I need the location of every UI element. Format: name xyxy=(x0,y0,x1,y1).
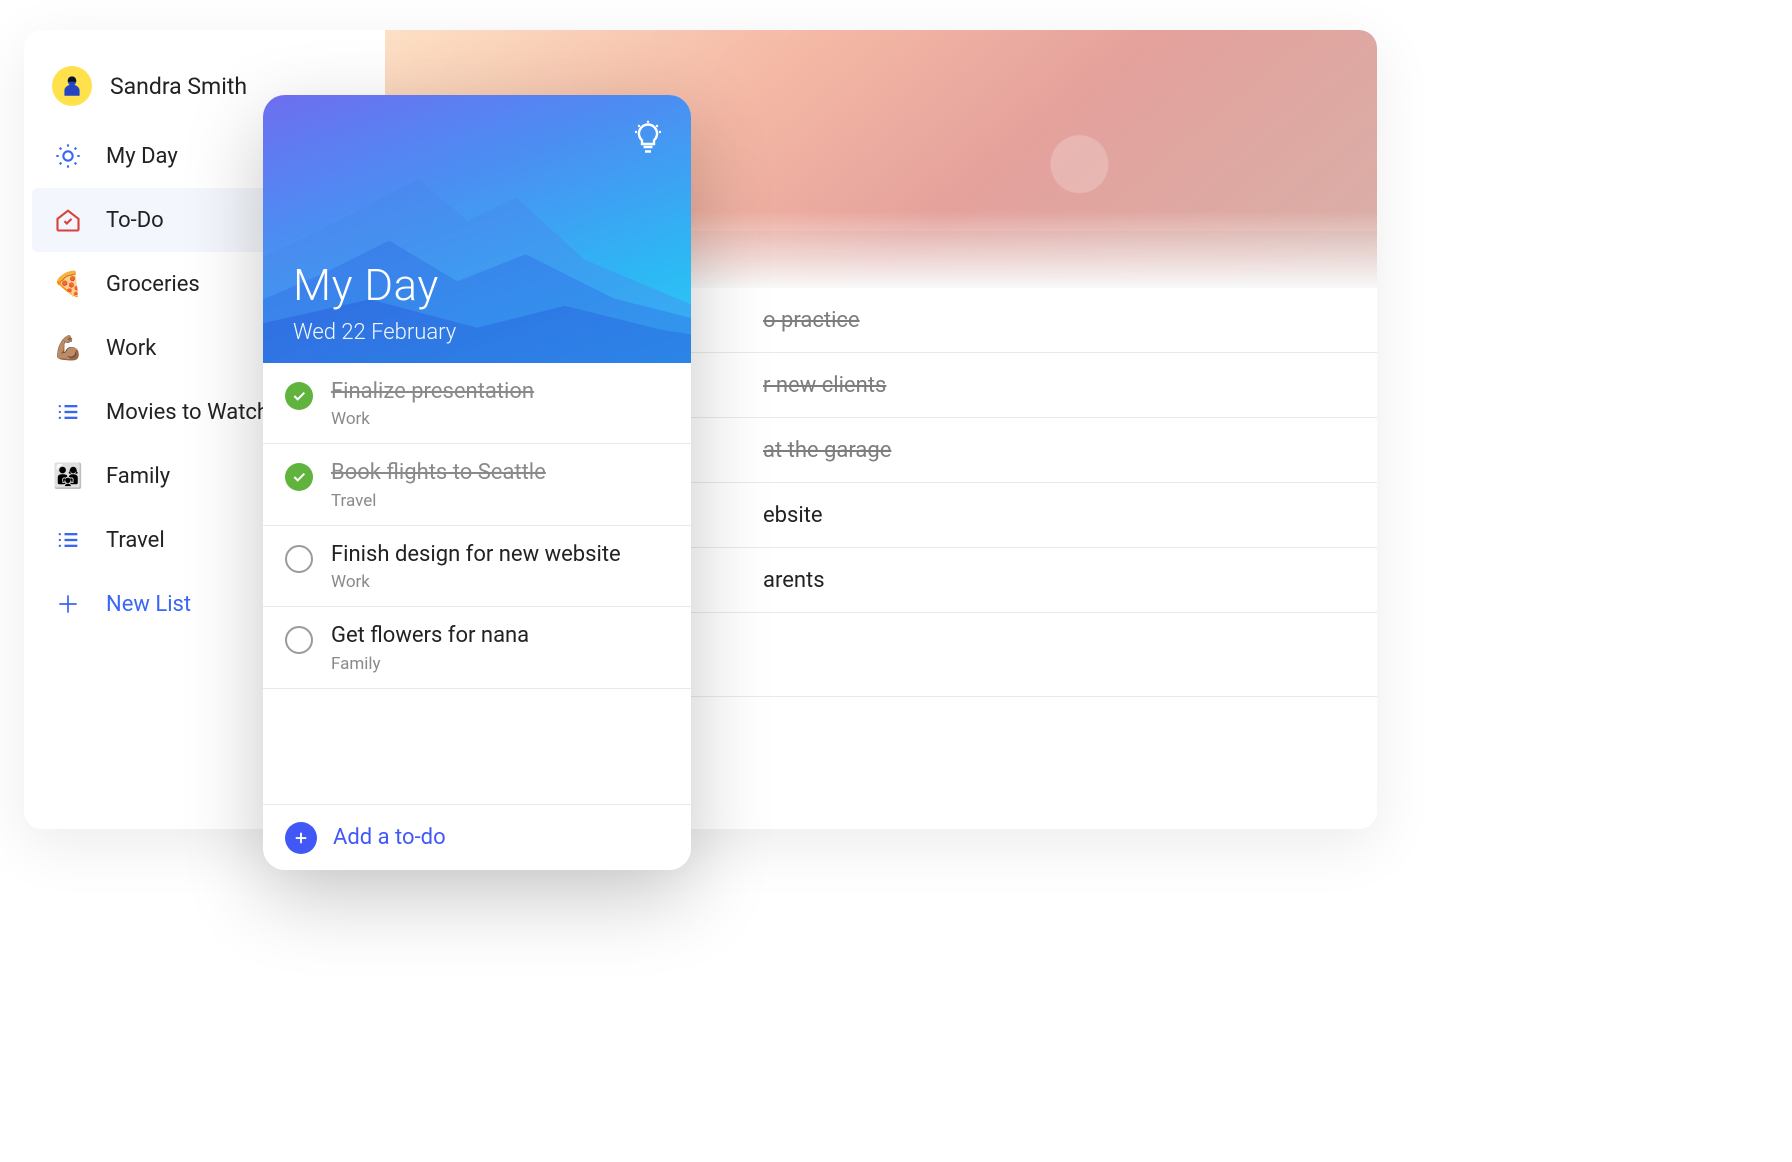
task-title: Finish design for new website xyxy=(331,542,621,568)
task-text: arents xyxy=(763,568,825,593)
add-todo-button[interactable]: Add a to-do xyxy=(263,804,691,870)
list-icon xyxy=(52,524,84,556)
task-list-label: Work xyxy=(331,572,621,592)
mobile-task-row[interactable]: Book flights to Seattle Travel xyxy=(263,444,691,525)
task-checkbox[interactable] xyxy=(285,626,313,654)
task-text: ebsite xyxy=(763,503,823,528)
task-list-label: Family xyxy=(331,654,529,674)
task-checkbox[interactable] xyxy=(285,545,313,573)
suggestions-button[interactable] xyxy=(627,117,669,159)
mobile-task-row[interactable]: Finish design for new website Work xyxy=(263,526,691,607)
plus-icon xyxy=(52,588,84,620)
task-text: at the garage xyxy=(763,438,891,463)
avatar-person-icon xyxy=(59,73,85,99)
app-window: Sandra Smith My Day To-Do 🍕 Grocer xyxy=(24,30,1377,829)
mobile-card: My Day Wed 22 February Finalize presenta… xyxy=(263,95,691,870)
sun-icon xyxy=(52,140,84,172)
check-icon xyxy=(291,388,307,404)
home-check-icon xyxy=(52,204,84,236)
mobile-task-row[interactable]: Get flowers for nana Family xyxy=(263,607,691,688)
lightbulb-icon xyxy=(630,120,666,156)
sidebar-item-label: Travel xyxy=(106,528,165,553)
task-title: Finalize presentation xyxy=(331,379,534,405)
sidebar-item-label: Groceries xyxy=(106,272,200,297)
sidebar-item-label: To-Do xyxy=(106,208,164,233)
family-icon: 👨‍👩‍👧 xyxy=(52,460,84,492)
sidebar-item-label: Movies to Watch xyxy=(106,400,269,425)
plus-circle-icon xyxy=(285,822,317,854)
sidebar-item-label: Family xyxy=(106,464,170,489)
task-list-label: Travel xyxy=(331,491,546,511)
user-name: Sandra Smith xyxy=(110,73,247,100)
task-list-label: Work xyxy=(331,409,534,429)
pizza-icon: 🍕 xyxy=(52,268,84,300)
task-checkbox[interactable] xyxy=(285,382,313,410)
new-list-label: New List xyxy=(106,592,191,617)
mobile-title: My Day xyxy=(293,259,439,311)
list-icon xyxy=(52,396,84,428)
avatar xyxy=(52,66,92,106)
sidebar-item-label: My Day xyxy=(106,144,178,169)
task-title: Get flowers for nana xyxy=(331,623,529,649)
mobile-task-list: Finalize presentation Work Book flights … xyxy=(263,363,691,804)
task-checkbox[interactable] xyxy=(285,463,313,491)
add-todo-label: Add a to-do xyxy=(333,825,446,850)
task-title: Book flights to Seattle xyxy=(331,460,546,486)
task-text: r new clients xyxy=(763,373,886,398)
check-icon xyxy=(291,469,307,485)
muscle-icon: 💪🏽 xyxy=(52,332,84,364)
mobile-date: Wed 22 February xyxy=(293,320,456,345)
task-text: o practice xyxy=(763,308,860,333)
mobile-hero: My Day Wed 22 February xyxy=(263,95,691,363)
sidebar-item-label: Work xyxy=(106,336,156,361)
mobile-task-row[interactable]: Finalize presentation Work xyxy=(263,363,691,444)
